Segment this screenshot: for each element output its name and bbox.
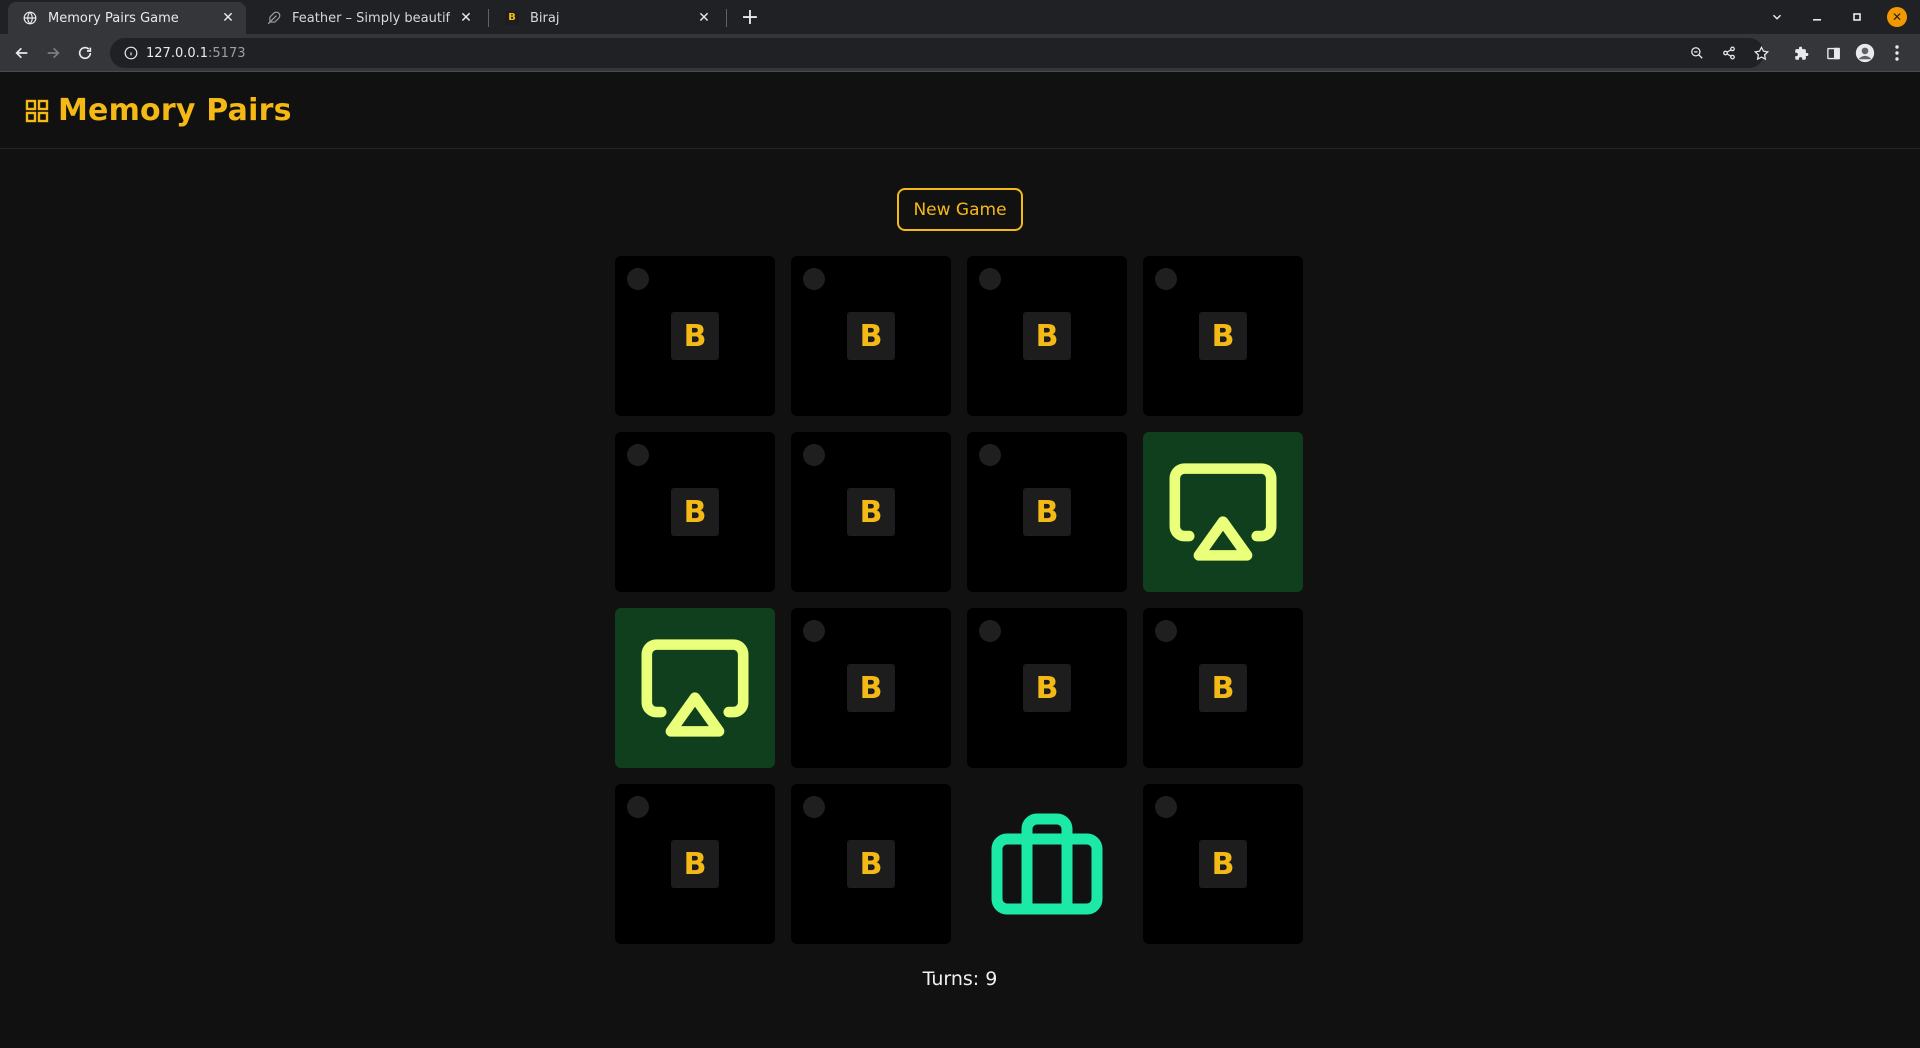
browser-toolbar: 127.0.0.1:5173: [0, 34, 1920, 72]
tab-title: Feather – Simply beautiful op: [292, 10, 450, 26]
memory-card-hidden[interactable]: B: [615, 256, 775, 416]
card-back-badge: B: [847, 664, 895, 712]
card-back-badge: B: [671, 312, 719, 360]
close-icon[interactable]: ✕: [220, 10, 236, 26]
tab-title: Memory Pairs Game: [48, 10, 179, 26]
card-corner-dot: [1155, 620, 1177, 642]
card-corner-dot: [979, 444, 1001, 466]
tab-separator: [488, 9, 489, 27]
memory-card-hidden[interactable]: B: [967, 432, 1127, 592]
memory-card-hidden[interactable]: B: [967, 608, 1127, 768]
tab-title: Biraj: [530, 10, 560, 26]
turns-label: Turns:: [922, 968, 980, 990]
memory-card-hidden[interactable]: B: [1143, 256, 1303, 416]
app-header: Memory Pairs: [0, 73, 1920, 149]
close-icon[interactable]: ✕: [696, 10, 712, 26]
card-corner-dot: [803, 268, 825, 290]
share-icon[interactable]: [1715, 39, 1743, 67]
new-game-button[interactable]: New Game: [897, 188, 1023, 231]
tab-feather[interactable]: Feather – Simply beautiful op ✕: [252, 2, 484, 34]
tab-biraj[interactable]: B Biraj ✕: [490, 2, 722, 34]
memory-card-hidden[interactable]: B: [791, 608, 951, 768]
memory-card-hidden[interactable]: B: [615, 784, 775, 944]
card-corner-dot: [627, 444, 649, 466]
card-back-badge: B: [847, 312, 895, 360]
close-window-icon[interactable]: ✕: [1880, 0, 1914, 34]
close-icon[interactable]: ✕: [458, 10, 474, 26]
app-title: Memory Pairs: [58, 93, 292, 128]
memory-card-hidden[interactable]: B: [791, 784, 951, 944]
feather-icon: [266, 10, 282, 26]
tab-search-icon[interactable]: [1760, 0, 1794, 34]
tab-separator: [726, 9, 727, 27]
airplay-icon: [1164, 459, 1282, 565]
turns-value: 9: [985, 968, 998, 990]
address-bar[interactable]: 127.0.0.1:5173: [110, 38, 1764, 68]
memory-card-hidden[interactable]: B: [615, 432, 775, 592]
reload-icon[interactable]: [71, 39, 99, 67]
card-corner-dot: [803, 620, 825, 642]
kebab-menu-icon[interactable]: [1883, 39, 1911, 67]
card-back-badge: B: [1023, 312, 1071, 360]
card-corner-dot: [1155, 268, 1177, 290]
card-corner-dot: [1155, 796, 1177, 818]
card-back-badge: B: [847, 840, 895, 888]
memory-card-revealed[interactable]: [615, 608, 775, 768]
address-url: 127.0.0.1:5173: [146, 45, 246, 61]
card-back-badge: B: [1199, 664, 1247, 712]
new-tab-button[interactable]: +: [736, 4, 764, 32]
card-back-badge: B: [847, 488, 895, 536]
memory-card-revealed[interactable]: [1143, 432, 1303, 592]
card-back-badge: B: [1023, 488, 1071, 536]
airplay-icon: [636, 635, 754, 741]
game-board: B B B B B B B B B B B B B: [615, 256, 1305, 946]
turns-counter: Turns: 9: [0, 968, 1920, 990]
card-back-badge: B: [1199, 312, 1247, 360]
memory-card-revealed[interactable]: [967, 784, 1127, 944]
tab-memory-pairs[interactable]: Memory Pairs Game ✕: [8, 2, 246, 34]
card-corner-dot: [627, 796, 649, 818]
card-corner-dot: [979, 620, 1001, 642]
minimize-icon[interactable]: [1800, 0, 1834, 34]
side-panel-icon[interactable]: [1819, 39, 1847, 67]
memory-card-hidden[interactable]: B: [1143, 784, 1303, 944]
back-arrow-icon[interactable]: [8, 39, 36, 67]
profile-avatar-icon[interactable]: [1851, 39, 1879, 67]
info-icon[interactable]: [116, 46, 146, 60]
memory-card-hidden[interactable]: B: [1143, 608, 1303, 768]
memory-card-hidden[interactable]: B: [791, 432, 951, 592]
card-corner-dot: [803, 796, 825, 818]
card-back-badge: B: [671, 840, 719, 888]
maximize-icon[interactable]: [1840, 0, 1874, 34]
briefcase-icon: [987, 808, 1107, 920]
card-corner-dot: [803, 444, 825, 466]
memory-card-hidden[interactable]: B: [791, 256, 951, 416]
zoom-icon[interactable]: [1683, 39, 1711, 67]
forward-arrow-icon[interactable]: [39, 39, 67, 67]
bookmark-star-icon[interactable]: [1747, 39, 1775, 67]
card-back-badge: B: [671, 488, 719, 536]
grid-icon: [25, 99, 49, 122]
biraj-favicon-icon: B: [504, 10, 520, 26]
card-back-badge: B: [1199, 840, 1247, 888]
memory-card-hidden[interactable]: B: [967, 256, 1127, 416]
browser-tab-bar: Memory Pairs Game ✕ Feather – Simply bea…: [0, 0, 1920, 34]
globe-icon: [22, 10, 38, 26]
card-corner-dot: [627, 268, 649, 290]
extensions-puzzle-icon[interactable]: [1787, 39, 1815, 67]
card-corner-dot: [979, 268, 1001, 290]
card-back-badge: B: [1023, 664, 1071, 712]
